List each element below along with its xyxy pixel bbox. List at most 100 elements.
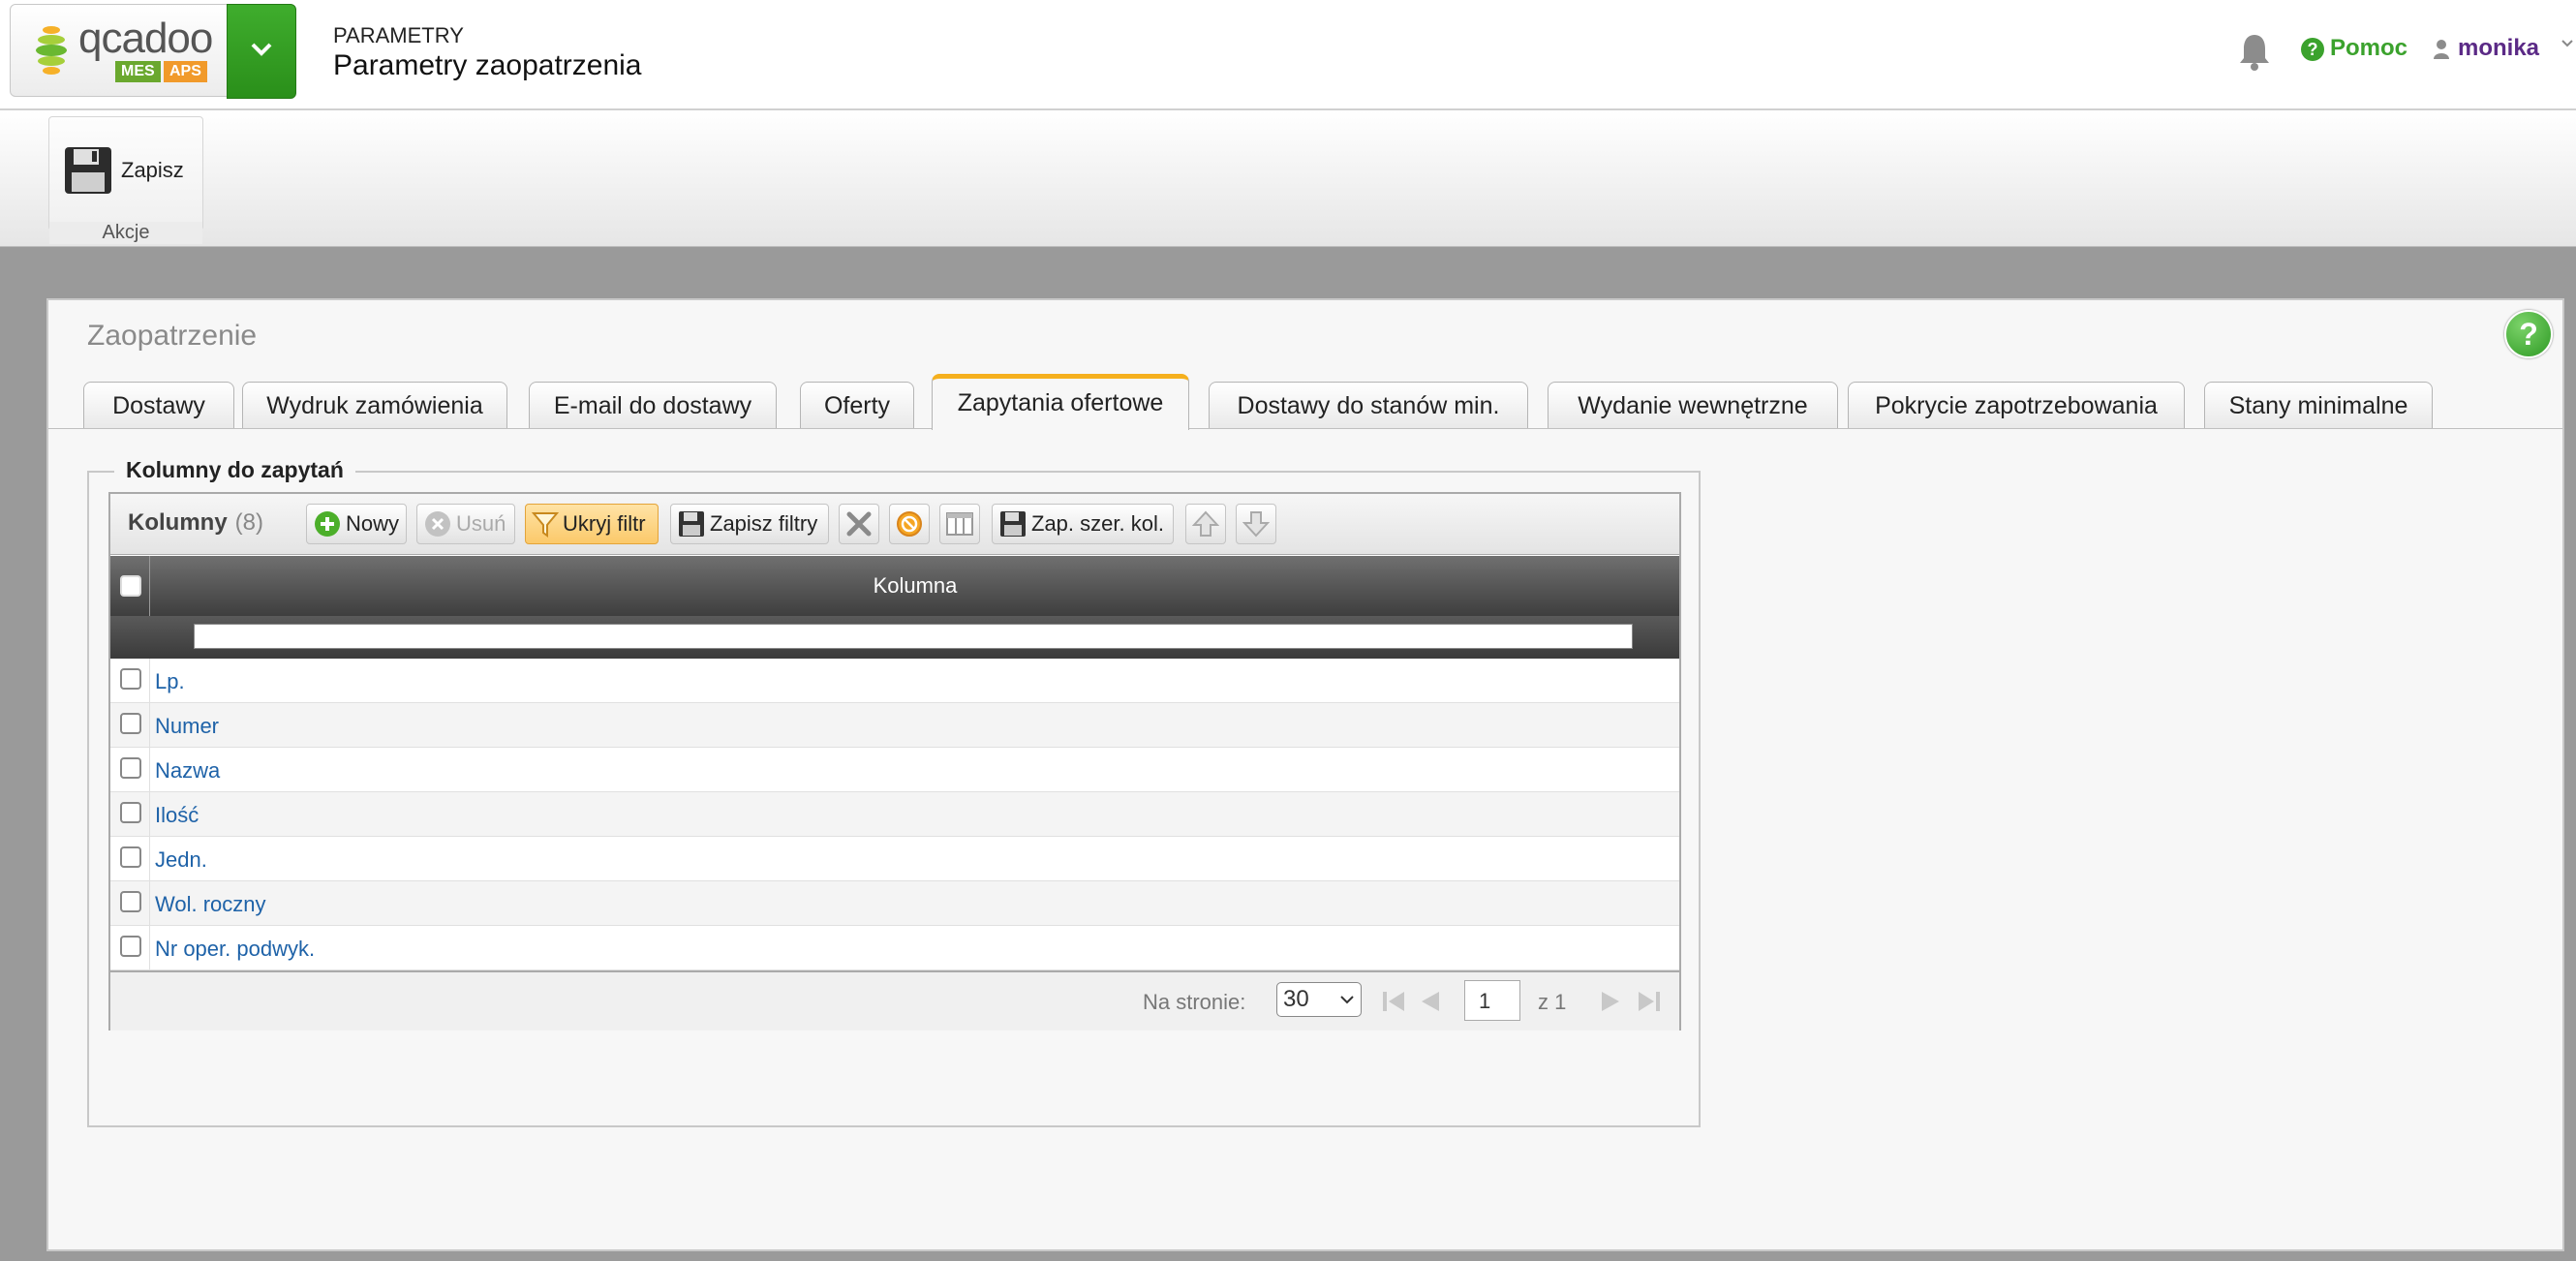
select-all-checkbox[interactable] xyxy=(120,575,141,597)
logo-text: qcadoo xyxy=(78,15,213,62)
floppy-disk-icon xyxy=(65,147,111,194)
app-logo[interactable]: qcadoo MES APS xyxy=(10,4,229,97)
row-checkbox[interactable] xyxy=(120,846,141,868)
badge-aps: APS xyxy=(164,61,207,82)
columns-chooser-button[interactable] xyxy=(939,504,980,544)
chevron-down-icon xyxy=(251,43,272,56)
notifications-bell-icon[interactable] xyxy=(2237,31,2272,72)
row-checkbox[interactable] xyxy=(120,891,141,912)
help-label: Pomoc xyxy=(2330,35,2408,61)
delete-circle-icon xyxy=(425,511,450,537)
clear-filters-button[interactable] xyxy=(839,504,879,544)
tab-wydruk-zamowienia[interactable]: Wydruk zamówienia xyxy=(242,382,507,428)
hide-filter-label: Ukryj filtr xyxy=(563,511,646,536)
row-value-link[interactable]: Ilość xyxy=(155,803,199,828)
first-page-icon[interactable] xyxy=(1381,990,1406,1013)
page-number-input[interactable]: 1 xyxy=(1464,980,1520,1021)
per-page-value: 30 xyxy=(1283,986,1309,1012)
row-value-link[interactable]: Lp. xyxy=(155,669,185,694)
save-filters-button[interactable]: Zapisz filtry xyxy=(670,504,829,544)
row-value-link[interactable]: Jedn. xyxy=(155,847,207,873)
ribbon-toolbar: Zapisz Akcje xyxy=(0,110,2576,247)
grid-pager: Na stronie: 30 1 z 1 xyxy=(110,970,1679,1030)
floppy-disk-icon xyxy=(1000,511,1026,537)
row-value-link[interactable]: Wol. roczny xyxy=(155,892,266,917)
previous-page-icon[interactable] xyxy=(1420,990,1441,1013)
new-label: Nowy xyxy=(346,511,400,536)
tab-wydanie-wewnetrzne[interactable]: Wydanie wewnętrzne xyxy=(1548,382,1838,428)
top-bar: qcadoo MES APS PARAMETRY Parametry zaopa… xyxy=(0,0,2576,110)
grid-title-text: Kolumny xyxy=(128,509,228,536)
next-page-icon[interactable] xyxy=(1600,990,1621,1013)
row-value-link[interactable]: Nazwa xyxy=(155,758,220,784)
grid-filter-row xyxy=(110,616,1679,659)
delete-button[interactable]: Usuń xyxy=(416,504,515,544)
ribbon-group-label: Akcje xyxy=(49,222,202,244)
help-icon: ? xyxy=(2301,37,2324,61)
main-menu-toggle[interactable] xyxy=(227,4,296,99)
user-name: monika xyxy=(2458,35,2540,61)
ribbon-group-actions: Zapisz Akcje xyxy=(48,116,203,244)
page-title: Parametry zaopatrzenia xyxy=(333,49,642,81)
form-window: Zaopatrzenie ? Dostawy Wydruk zamówienia… xyxy=(46,298,2564,1251)
new-button[interactable]: Nowy xyxy=(306,504,407,544)
row-checkbox[interactable] xyxy=(120,757,141,779)
save-label: Zapisz xyxy=(121,158,184,182)
columns-grid: Kolumny (8) Nowy Usuń Ukryj filtr Zapisz… xyxy=(108,492,1681,1030)
grid-record-count: (8) xyxy=(234,509,264,536)
badge-mes: MES xyxy=(115,61,161,82)
tab-pokrycie-zapotrzebowania[interactable]: Pokrycie zapotrzebowania xyxy=(1848,382,2185,428)
user-menu[interactable]: monika xyxy=(2433,35,2539,62)
move-up-button[interactable] xyxy=(1185,504,1226,544)
tab-stany-minimalne[interactable]: Stany minimalne xyxy=(2204,382,2433,428)
fieldset-legend: Kolumny do zapytań xyxy=(114,457,355,483)
plus-circle-icon xyxy=(315,511,340,537)
table-row[interactable]: Lp. xyxy=(110,659,1679,703)
save-button[interactable]: Zapisz xyxy=(63,144,184,197)
row-value-link[interactable]: Nr oper. podwyk. xyxy=(155,937,315,962)
last-page-icon[interactable] xyxy=(1637,990,1662,1013)
tab-oferty[interactable]: Oferty xyxy=(800,382,914,428)
tab-dostawy-do-stanow-min[interactable]: Dostawy do stanów min. xyxy=(1209,382,1528,428)
arrow-down-icon xyxy=(1242,511,1270,538)
help-link[interactable]: ? Pomoc xyxy=(2301,35,2407,62)
x-mark-icon xyxy=(846,511,872,537)
user-menu-caret-icon[interactable] xyxy=(2561,39,2574,48)
page-count-label: z 1 xyxy=(1538,990,1567,1014)
cancel-filter-button[interactable] xyxy=(889,504,930,544)
per-page-select[interactable]: 30 xyxy=(1276,982,1362,1017)
tab-dostawy[interactable]: Dostawy xyxy=(83,382,234,428)
floppy-disk-icon xyxy=(679,511,704,537)
row-checkbox[interactable] xyxy=(120,802,141,823)
table-row[interactable]: Numer xyxy=(110,703,1679,748)
delete-label: Usuń xyxy=(456,511,506,536)
row-checkbox[interactable] xyxy=(120,713,141,734)
table-row[interactable]: Nazwa xyxy=(110,748,1679,792)
chevron-down-icon xyxy=(1340,996,1354,1004)
column-header-kolumna[interactable]: Kolumna xyxy=(151,556,1679,616)
row-checkbox[interactable] xyxy=(120,936,141,957)
window-help-icon[interactable]: ? xyxy=(2504,310,2553,358)
save-filters-label: Zapisz filtry xyxy=(710,511,818,536)
save-column-width-label: Zap. szer. kol. xyxy=(1031,511,1164,536)
table-row[interactable]: Ilość xyxy=(110,792,1679,837)
arrow-up-icon xyxy=(1192,510,1219,537)
table-row[interactable]: Jedn. xyxy=(110,837,1679,881)
columns-icon xyxy=(946,512,973,536)
table-row[interactable]: Wol. roczny xyxy=(110,881,1679,926)
table-row[interactable]: Nr oper. podwyk. xyxy=(110,926,1679,970)
hide-filter-button[interactable]: Ukryj filtr xyxy=(525,504,659,544)
tab-email-do-dostawy[interactable]: E-mail do dostawy xyxy=(529,382,777,428)
row-value-link[interactable]: Numer xyxy=(155,714,219,739)
grid-toolbar: Kolumny (8) Nowy Usuń Ukryj filtr Zapisz… xyxy=(110,494,1679,555)
grid-header-row: Kolumna xyxy=(110,556,1679,659)
grid-title: Kolumny (8) xyxy=(128,509,263,537)
tab-zapytania-ofertowe[interactable]: Zapytania ofertowe xyxy=(932,374,1189,430)
user-icon xyxy=(2434,39,2449,59)
column-filter-input[interactable] xyxy=(194,624,1633,649)
save-column-width-button[interactable]: Zap. szer. kol. xyxy=(992,504,1174,544)
row-checkbox[interactable] xyxy=(120,668,141,690)
filter-funnel-icon xyxy=(532,512,559,538)
no-entry-icon xyxy=(897,511,922,537)
move-down-button[interactable] xyxy=(1236,504,1276,544)
